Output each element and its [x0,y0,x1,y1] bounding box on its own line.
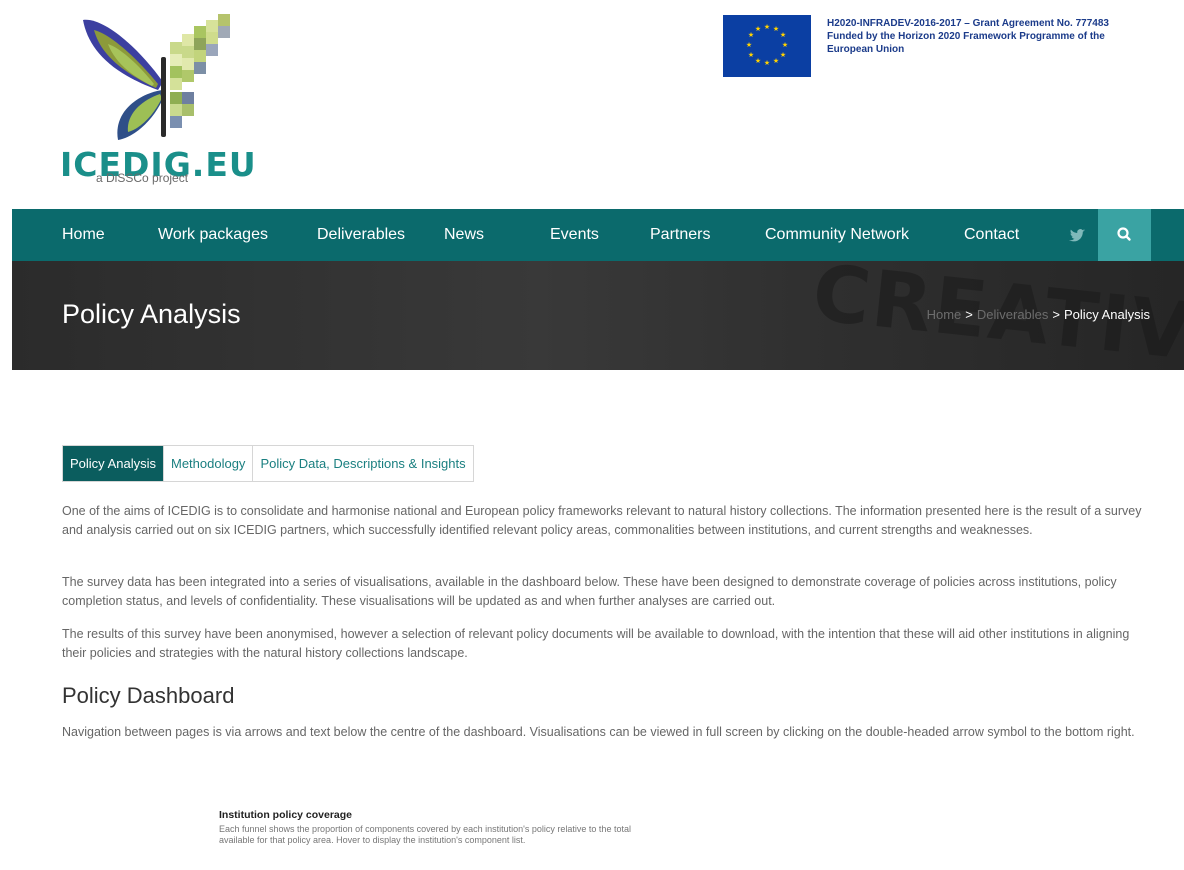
breadcrumb-current: Policy Analysis [1064,307,1150,322]
dashboard-description: Each funnel shows the proportion of comp… [219,824,631,845]
nav-community-network[interactable]: Community Network [765,209,909,261]
svg-text:★: ★ [780,51,786,59]
grant-line-3: European Union [827,44,905,55]
search-icon [1117,227,1131,241]
tab-methodology[interactable]: Methodology [164,446,254,481]
site-header: ICEDIG.EU a DiSSCo project ★ ★ ★ ★ ★ ★ ★ ★ ★ ★… [0,0,1184,209]
logo-tagline: a DiSSCo project [96,171,189,185]
svg-text:★: ★ [764,23,770,31]
breadcrumb-separator: > [965,307,973,322]
nav-news[interactable]: News [444,209,484,261]
breadcrumb-home[interactable]: Home [927,307,962,322]
svg-text:★: ★ [755,57,761,65]
tab-policy-data[interactable]: Policy Data, Descriptions & Insights [253,446,472,481]
breadcrumb-separator: > [1052,307,1061,322]
section-title: Policy Dashboard [62,683,235,708]
page-title: Policy Analysis [62,299,241,329]
svg-text:★: ★ [748,31,754,39]
nav-events[interactable]: Events [550,209,599,261]
nav-home[interactable]: Home [62,209,105,261]
nav-partners[interactable]: Partners [650,209,710,261]
content-tabs: Policy Analysis Methodology Policy Data,… [62,445,474,482]
dashboard-title: Institution policy coverage [219,809,353,821]
intro-paragraph-1: One of the aims of ICEDIG is to consolid… [62,504,1142,537]
page-banner: CREATIVE Policy Analysis Home > Deliverabl… [12,261,1184,370]
butterfly-logo-icon [83,14,230,140]
svg-text:★: ★ [773,25,779,33]
svg-text:★: ★ [764,59,770,67]
intro-paragraph-3: The results of this survey have been ano… [62,627,1130,660]
nav-deliverables[interactable]: Deliverables [317,209,405,261]
twitter-icon [1069,229,1085,242]
twitter-link[interactable] [1065,209,1089,261]
dashboard-instructions: Navigation between pages is via arrows a… [62,725,1135,739]
svg-text:★: ★ [755,25,761,33]
nav-work-packages[interactable]: Work packages [158,209,268,261]
eu-flag-icon: ★ ★★ ★★★ ★★★ ★★★ [723,15,811,77]
tab-policy-analysis[interactable]: Policy Analysis [63,446,164,481]
svg-text:★: ★ [780,31,786,39]
svg-text:★: ★ [748,51,754,59]
breadcrumb: Home > Deliverables > Policy Analysis [927,307,1150,322]
svg-text:★: ★ [782,41,788,49]
svg-text:★: ★ [773,57,779,65]
intro-paragraph-2: The survey data has been integrated into… [62,575,1117,608]
breadcrumb-deliverables[interactable]: Deliverables [977,307,1049,322]
site-logo[interactable]: ICEDIG.EU a DiSSCo project [60,12,260,185]
grant-info: H2020-INFRADEV-2016-2017 – Grant Agreeme… [827,17,1147,56]
search-button[interactable] [1098,209,1151,261]
main-nav: Home Work packages Deliverables News Eve… [12,209,1184,261]
grant-line-2: Funded by the Horizon 2020 Framework Pro… [827,31,1105,42]
grant-line-1: H2020-INFRADEV-2016-2017 – Grant Agreeme… [827,18,1109,29]
svg-text:★: ★ [746,41,752,49]
nav-contact[interactable]: Contact [964,209,1019,261]
